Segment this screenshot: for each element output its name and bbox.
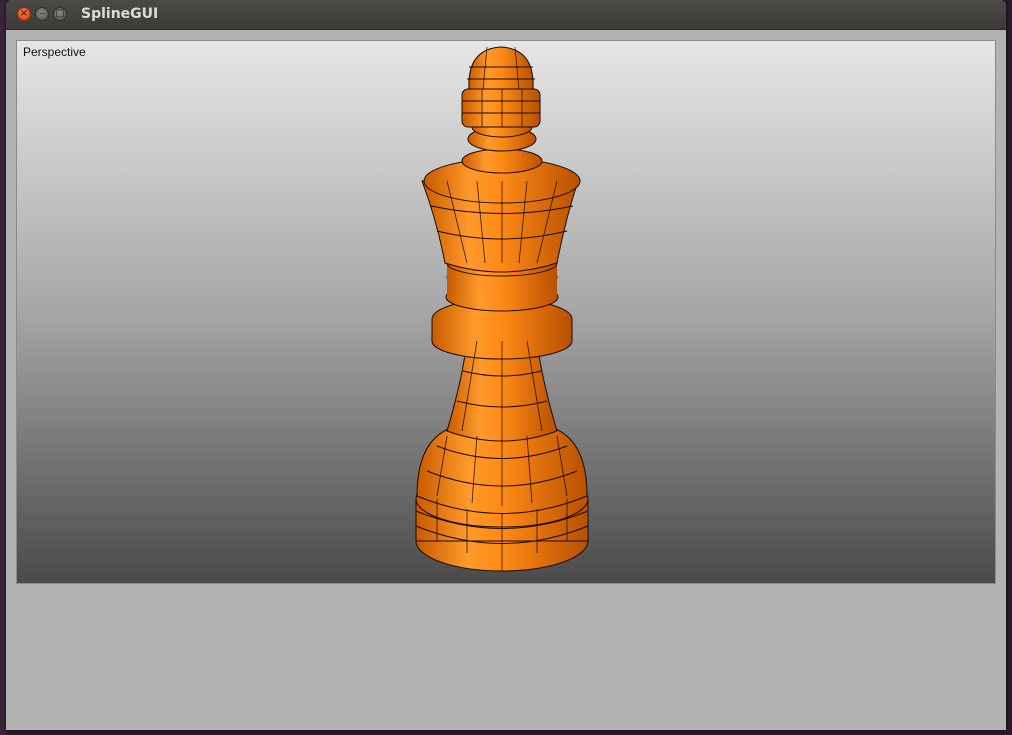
perspective-viewport[interactable]: Perspective	[16, 40, 996, 584]
close-icon: ×	[19, 8, 29, 19]
maximize-icon: □	[55, 8, 65, 19]
chess-king-model	[415, 46, 589, 572]
maximize-window-button[interactable]: □	[53, 7, 67, 21]
window-title: SplineGUI	[81, 6, 159, 22]
minimize-window-button[interactable]: –	[35, 7, 49, 21]
app-window: × – □ SplineGUI Perspective	[6, 0, 1006, 730]
minimize-icon: –	[39, 8, 45, 19]
king-mesh	[415, 46, 589, 572]
title-bar[interactable]: × – □ SplineGUI	[6, 0, 1006, 30]
close-window-button[interactable]: ×	[17, 7, 31, 21]
